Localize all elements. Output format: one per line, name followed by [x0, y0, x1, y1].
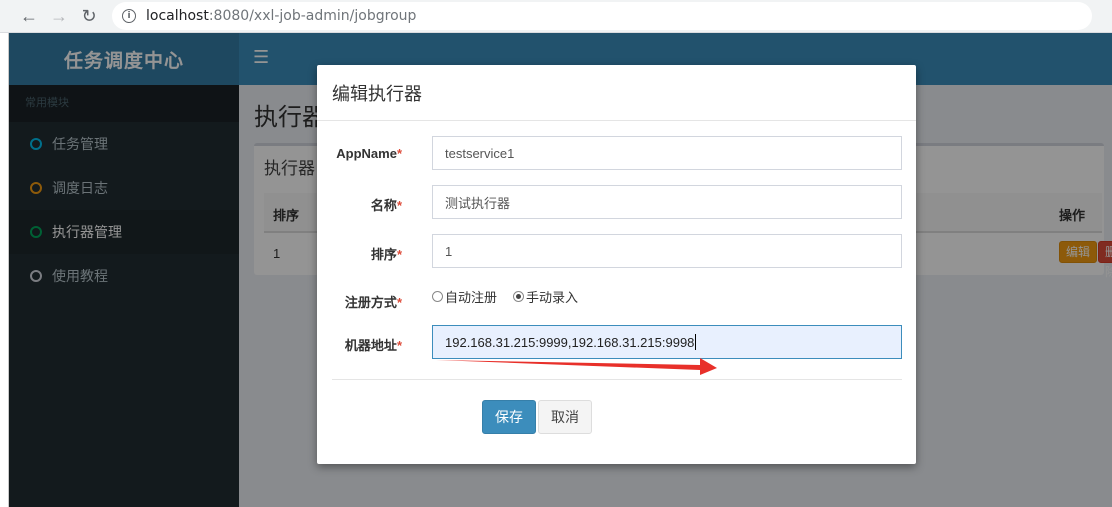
url-host: localhost: [146, 8, 209, 24]
modal-divider: [332, 379, 902, 380]
required-mark: *: [396, 146, 402, 161]
label-text: 名称: [370, 198, 397, 213]
appname-input[interactable]: [432, 136, 902, 170]
reg-type-label: 注册方式*: [317, 292, 402, 311]
name-label: 名称*: [317, 195, 402, 214]
info-icon[interactable]: i: [122, 9, 136, 23]
back-arrow-icon[interactable]: ←: [14, 1, 44, 31]
forward-arrow-icon[interactable]: →: [44, 1, 74, 31]
url-path: :8080/xxl-job-admin/jobgroup: [208, 8, 417, 24]
radio-manual-entry[interactable]: [513, 291, 525, 302]
label-text: 机器地址: [344, 338, 397, 353]
appname-label: AppName*: [317, 146, 402, 161]
browser-toolbar: ← → ↻ i localhost:8080/xxl-job-admin/job…: [0, 0, 1112, 33]
required-mark: *: [396, 338, 402, 353]
radio-auto-register[interactable]: [432, 291, 443, 302]
edit-executor-modal: 编辑执行器 AppName* 名称* 排序* 注册方式* 自动注册 手动录入 机…: [317, 65, 916, 464]
radio-label-auto[interactable]: 自动注册: [445, 287, 497, 306]
label-text: 注册方式: [344, 295, 397, 310]
name-input[interactable]: [432, 185, 902, 219]
address-input[interactable]: 192.168.31.215:9999,192.168.31.215:9998: [432, 325, 902, 359]
modal-title: 编辑执行器: [317, 65, 916, 121]
save-button[interactable]: 保存: [482, 400, 536, 434]
text-caret: [695, 334, 697, 350]
address-value: 192.168.31.215:9999,192.168.31.215:9998: [445, 334, 695, 350]
background-window-edge: [0, 33, 9, 507]
reload-icon[interactable]: ↻: [74, 1, 104, 31]
required-mark: *: [396, 198, 402, 213]
address-bar[interactable]: i localhost:8080/xxl-job-admin/jobgroup: [112, 2, 1092, 30]
label-text: 排序: [370, 247, 397, 262]
address-label: 机器地址*: [317, 335, 402, 354]
cancel-button[interactable]: 取消: [538, 400, 592, 434]
reg-type-radio-group: 自动注册 手动录入: [432, 287, 594, 306]
radio-label-manual[interactable]: 手动录入: [526, 287, 578, 306]
required-mark: *: [396, 247, 402, 262]
label-text: AppName: [336, 146, 397, 161]
order-input[interactable]: [432, 234, 902, 268]
required-mark: *: [396, 295, 402, 310]
order-label: 排序*: [317, 244, 402, 263]
